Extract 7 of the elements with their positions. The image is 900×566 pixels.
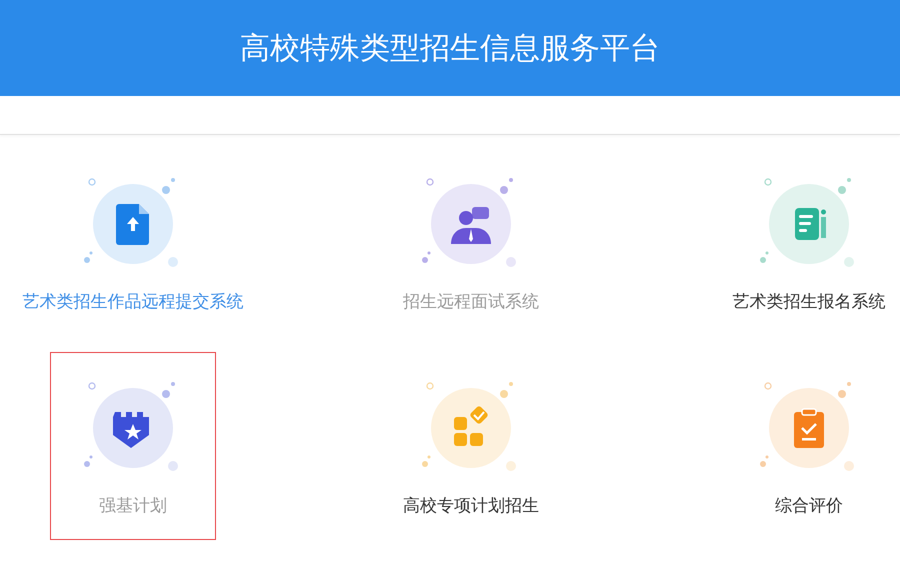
system-card[interactable]: 综合评价 — [726, 352, 892, 540]
page-title: 高校特殊类型招生信息服务平台 — [240, 30, 660, 68]
system-link[interactable]: 高校专项计划招生 — [403, 494, 539, 517]
system-card[interactable]: 高校专项计划招生 — [388, 352, 554, 540]
system-link[interactable]: 艺术类招生报名系统 — [732, 290, 886, 313]
system-link[interactable]: 综合评价 — [775, 494, 843, 517]
system-card[interactable]: 艺术类招生报名系统 — [726, 148, 892, 336]
